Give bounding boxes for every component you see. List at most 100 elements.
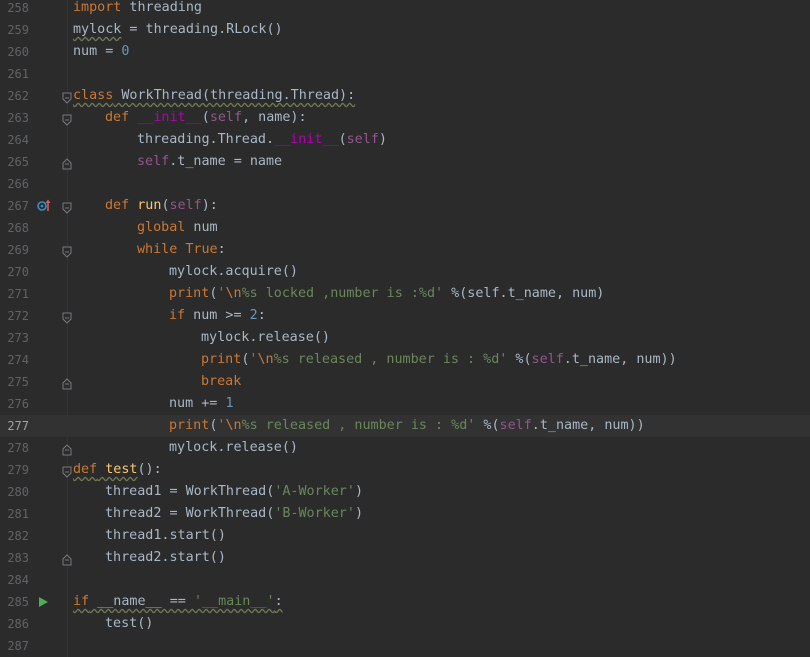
code-line[interactable]: 259 mylock = threading.RLock() [0,19,810,41]
code-line[interactable]: 274 print('\n%s released , number is : %d… [0,349,810,371]
fold-end-icon[interactable] [62,442,72,456]
code-token: __init__ [274,132,339,147]
code-text: while True: [137,239,226,261]
code-token: \n [257,352,274,367]
code-token: print [169,286,210,301]
code-text: print('\n%s released , number is : %d' %… [201,349,677,371]
code-line[interactable]: 285 if __name__ == '__main__': [0,591,810,613]
code-line[interactable]: 262 class WorkThread(threading.Thread): [0,85,810,107]
code-token: __name__ == [89,594,194,609]
code-line[interactable]: 286 test() [0,613,810,635]
code-token: def [73,462,98,477]
line-number: 268 [7,221,29,235]
code-editor[interactable]: 258 import threading 259 mylock = threading… [0,0,810,657]
line-number: 273 [7,331,29,345]
code-token: num >= [185,308,250,323]
fold-open-icon[interactable] [62,244,72,258]
code-token: ( [338,132,347,147]
line-number: 280 [7,485,29,499]
line-number: 269 [7,243,29,257]
code-token: mylock [73,22,122,37]
code-token: '__main__' [193,594,275,609]
code-token: ) [378,132,387,147]
code-token: import [73,0,122,15]
fold-open-icon[interactable] [62,310,72,324]
line-number: 278 [7,441,29,455]
code-line[interactable]: 275 break [0,371,810,393]
code-line[interactable]: 273 mylock.release() [0,327,810,349]
code-line[interactable]: 260 num = 0 [0,41,810,63]
code-line[interactable]: 283 thread2.start() [0,547,810,569]
code-line[interactable]: 267 def run(self): [0,195,810,217]
code-token: def [105,198,138,213]
line-number: 276 [7,397,29,411]
line-number: 272 [7,309,29,323]
code-token: self [169,198,202,213]
code-token: class [73,88,114,103]
code-line[interactable]: 258 import threading [0,0,810,19]
fold-open-icon[interactable] [62,112,72,126]
code-token: ) [354,506,363,521]
line-number: 282 [7,529,29,543]
code-token: threading.Thread. [137,132,275,147]
code-line[interactable]: 268 global num [0,217,810,239]
code-text: mylock.release() [169,437,298,459]
code-line[interactable]: 271 print('\n%s locked ,number is :%d' %(… [0,283,810,305]
code-text: if num >= 2: [169,305,266,327]
code-line[interactable]: 269 while True: [0,239,810,261]
code-token: 0 [121,44,130,59]
fold-end-icon[interactable] [62,376,72,390]
code-line[interactable]: 276 num += 1 [0,393,810,415]
code-token: : [257,308,266,323]
code-token: ) [354,484,363,499]
line-number: 266 [7,177,29,191]
code-line[interactable]: 277 print('\n%s released , number is : %d… [0,415,810,437]
fold-end-icon[interactable] [62,156,72,170]
code-token: if [73,594,90,609]
code-text: self.t_name = name [137,151,282,173]
line-number: 277 [7,419,29,433]
code-token: test [97,462,138,477]
code-token: , name): [242,110,307,125]
code-line[interactable]: 281 thread2 = WorkThread('B-Worker') [0,503,810,525]
code-line[interactable]: 264 threading.Thread.__init__(self) [0,129,810,151]
code-line[interactable]: 261 [0,63,810,85]
override-method-icon[interactable] [36,195,51,217]
code-token: %(self.t_name, num) [443,286,605,301]
code-line[interactable]: 282 thread1.start() [0,525,810,547]
code-text: def __init__(self, name): [105,107,307,129]
code-line[interactable]: 265 self.t_name = name [0,151,810,173]
code-text: num = 0 [73,41,129,63]
code-token: num += [169,396,226,411]
code-text: num += 1 [169,393,234,415]
fold-end-icon[interactable] [62,552,72,566]
code-line[interactable]: 287 [0,635,810,657]
fold-open-icon[interactable] [62,464,72,478]
fold-open-icon[interactable] [62,90,72,104]
code-token: break [201,374,242,389]
code-token: global [137,220,186,235]
code-line[interactable]: 279 def test(): [0,459,810,481]
code-token: %s released , number is : %d' [273,352,508,367]
code-text: thread2 = WorkThread('B-Worker') [105,503,363,525]
code-token: num = [73,44,122,59]
code-line[interactable]: 284 [0,569,810,591]
code-token: __init__ [137,110,202,125]
code-token: : [217,242,226,257]
code-token: .t_name, num)) [563,352,677,367]
code-text: test() [105,613,153,635]
code-token: 'B-Worker' [274,506,355,521]
code-token: \n [225,286,242,301]
code-line[interactable]: 280 thread1 = WorkThread('A-Worker') [0,481,810,503]
code-line[interactable]: 278 mylock.release() [0,437,810,459]
code-line[interactable]: 272 if num >= 2: [0,305,810,327]
fold-open-icon[interactable] [62,200,72,214]
run-icon[interactable] [36,591,50,613]
code-token: 2 [249,308,258,323]
code-token: %s locked ,number is :%d' [241,286,444,301]
code-line[interactable]: 270 mylock.acquire() [0,261,810,283]
line-number: 287 [7,639,29,653]
code-token: mylock.release() [169,440,298,455]
code-line[interactable]: 263 def __init__(self, name): [0,107,810,129]
code-line[interactable]: 266 [0,173,810,195]
